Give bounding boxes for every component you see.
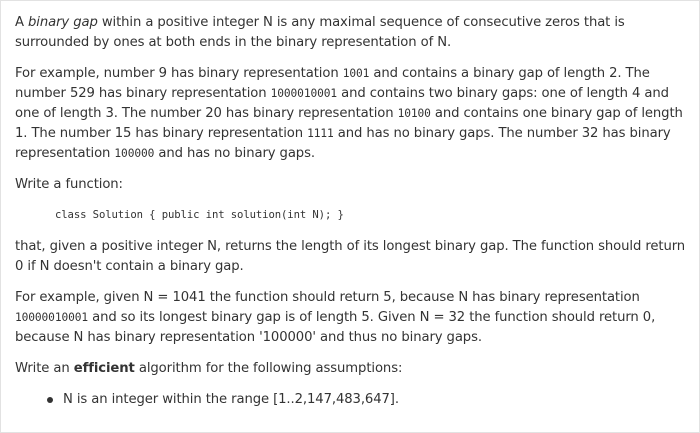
example-text-1: For example, number 9 has binary represe… [15, 66, 343, 81]
assumptions-heading: Write an efficient algorithm for the fol… [15, 359, 687, 379]
code-100000: 100000 [114, 147, 155, 160]
code-10100: 10100 [397, 107, 431, 120]
term-binary-gap: binary gap [28, 15, 98, 30]
task-paragraph: that, given a positive integer N, return… [15, 239, 686, 274]
code-10000010001: 10000010001 [15, 311, 88, 324]
assumptions-before: Write an [15, 361, 74, 376]
intro-definition: within a positive integer N is any maxim… [15, 15, 625, 50]
example-paragraph: For example, number 9 has binary represe… [15, 64, 687, 164]
example-text-6: and has no binary gaps. [154, 146, 315, 161]
example2-paragraph: For example, given N = 1041 the function… [15, 288, 687, 348]
intro-paragraph: A binary gap within a positive integer N… [15, 13, 687, 53]
code-1111: 1111 [307, 127, 334, 140]
code-1000010001: 1000010001 [270, 87, 337, 100]
assumptions-list: N is an integer within the range [1..2,1… [15, 390, 687, 410]
function-signature: class Solution { public int solution(int… [55, 209, 344, 221]
assumption-item: N is an integer within the range [1..2,1… [47, 390, 687, 410]
efficient-emphasis: efficient [73, 361, 135, 376]
write-function-label: Write a function: [15, 177, 123, 192]
example2-text-2: and so its longest binary gap is of leng… [15, 310, 656, 345]
problem-content: A binary gap within a positive integer N… [15, 13, 687, 410]
problem-statement-panel: A binary gap within a positive integer N… [0, 0, 700, 433]
assumptions-after: algorithm for the following assumptions: [134, 361, 403, 376]
bullet-icon [47, 397, 53, 403]
intro-before-term: A [15, 15, 29, 30]
assumption-text: N is an integer within the range [1..2,1… [63, 392, 399, 407]
code-1001: 1001 [342, 67, 370, 80]
example2-text-1: For example, given N = 1041 the function… [15, 290, 640, 305]
